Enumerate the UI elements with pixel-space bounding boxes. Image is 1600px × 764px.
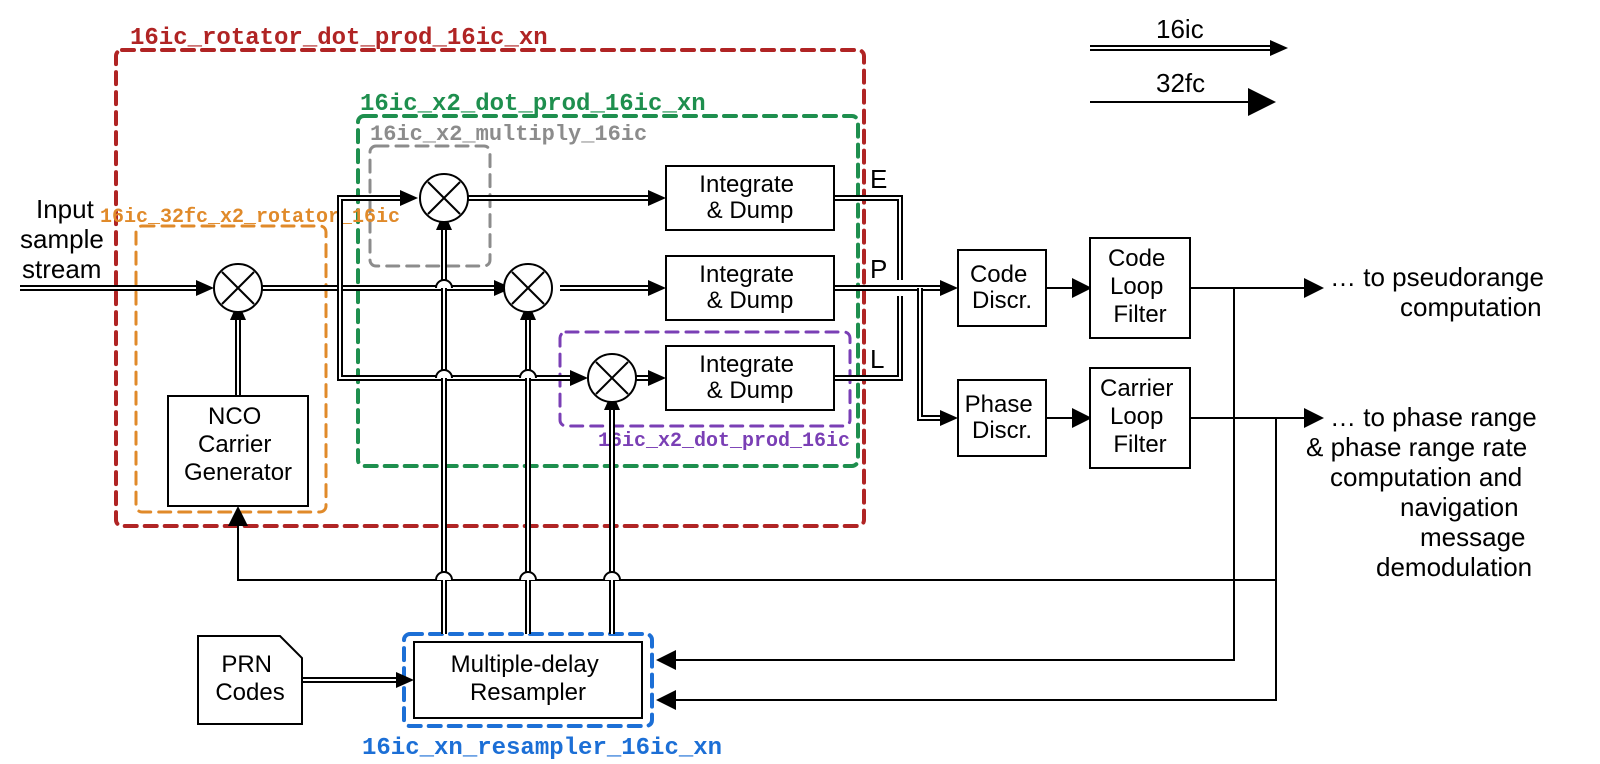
block-phase-discr: Phase Discr.: [958, 380, 1046, 456]
wire-resampler-to-l: [604, 392, 620, 634]
wire-l-to-idump: [636, 370, 666, 386]
wire-p-to-idump: [560, 280, 666, 296]
tap-l: L: [870, 344, 884, 374]
wire-bus-after-mixer: [262, 280, 512, 296]
wire-branch-l: [340, 288, 588, 386]
block-code-discr: Code Discr.: [958, 250, 1046, 326]
svg-text:Multiple-delay Resampler: Multiple-delay Resampler: [451, 651, 606, 706]
output-b: … to phase range & phase range rate comp…: [1306, 402, 1544, 582]
svg-text:Code Discr.: Code Discr.: [970, 261, 1034, 314]
tap-e: E: [870, 164, 887, 194]
svg-text:32fc: 32fc: [1156, 68, 1205, 98]
wire-nco-to-mixer: [230, 302, 246, 396]
legend: 16ic 32fc: [1090, 14, 1288, 102]
label-orange: 16ic_32fc_x2_rotator_16ic: [100, 206, 400, 229]
block-nco: NCO Carrier Generator: [168, 396, 308, 506]
svg-text:Code Loop Filter: Code Loop Filter: [1108, 245, 1172, 328]
wire-branch-e: [340, 190, 418, 288]
wire-resampler-to-e: [436, 212, 452, 634]
input-label: Input sample stream: [20, 194, 111, 284]
svg-text:Integrate & Dump: Integrate & Dump: [699, 171, 800, 224]
block-carrier-filter: Carrier Loop Filter: [1090, 368, 1190, 468]
block-idump-p: Integrate & Dump: [666, 256, 834, 320]
block-resampler: Multiple-delay Resampler: [414, 642, 642, 718]
tracking-block-diagram: 16ic_rotator_dot_prod_16ic_xn 16ic_x2_do…: [0, 0, 1600, 764]
svg-text:PRN Codes: PRN Codes: [215, 651, 284, 706]
label-green: 16ic_x2_dot_prod_16ic_xn: [360, 91, 706, 118]
wire-prn-to-resampler: [302, 672, 414, 688]
block-idump-l: Integrate & Dump: [666, 346, 834, 410]
label-blue: 16ic_xn_resampler_16ic_xn: [362, 735, 722, 762]
svg-text:Phase Discr.: Phase Discr.: [965, 391, 1040, 444]
mixer-e: [420, 174, 468, 222]
label-purple: 16ic_x2_dot_prod_16ic: [598, 430, 850, 453]
mixer-l: [588, 354, 636, 402]
wire-code-out: [660, 288, 1320, 660]
svg-text:Integrate & Dump: Integrate & Dump: [699, 261, 800, 314]
block-code-filter: Code Loop Filter: [1090, 238, 1190, 338]
mixer-p: [504, 264, 552, 312]
block-idump-e: Integrate & Dump: [666, 166, 834, 230]
wire-e-to-idump: [468, 190, 666, 206]
label-outer-red: 16ic_rotator_dot_prod_16ic_xn: [130, 25, 548, 52]
output-a: … to pseudorange computation: [1330, 262, 1551, 322]
svg-text:16ic: 16ic: [1156, 14, 1204, 44]
tap-p: P: [870, 254, 887, 284]
wire-epl-out: [834, 198, 958, 426]
mixer-carrier: [214, 264, 262, 312]
block-prn-codes: PRN Codes: [198, 636, 302, 724]
label-gray: 16ic_x2_multiply_16ic: [370, 122, 647, 147]
svg-text:Integrate & Dump: Integrate & Dump: [699, 351, 800, 404]
